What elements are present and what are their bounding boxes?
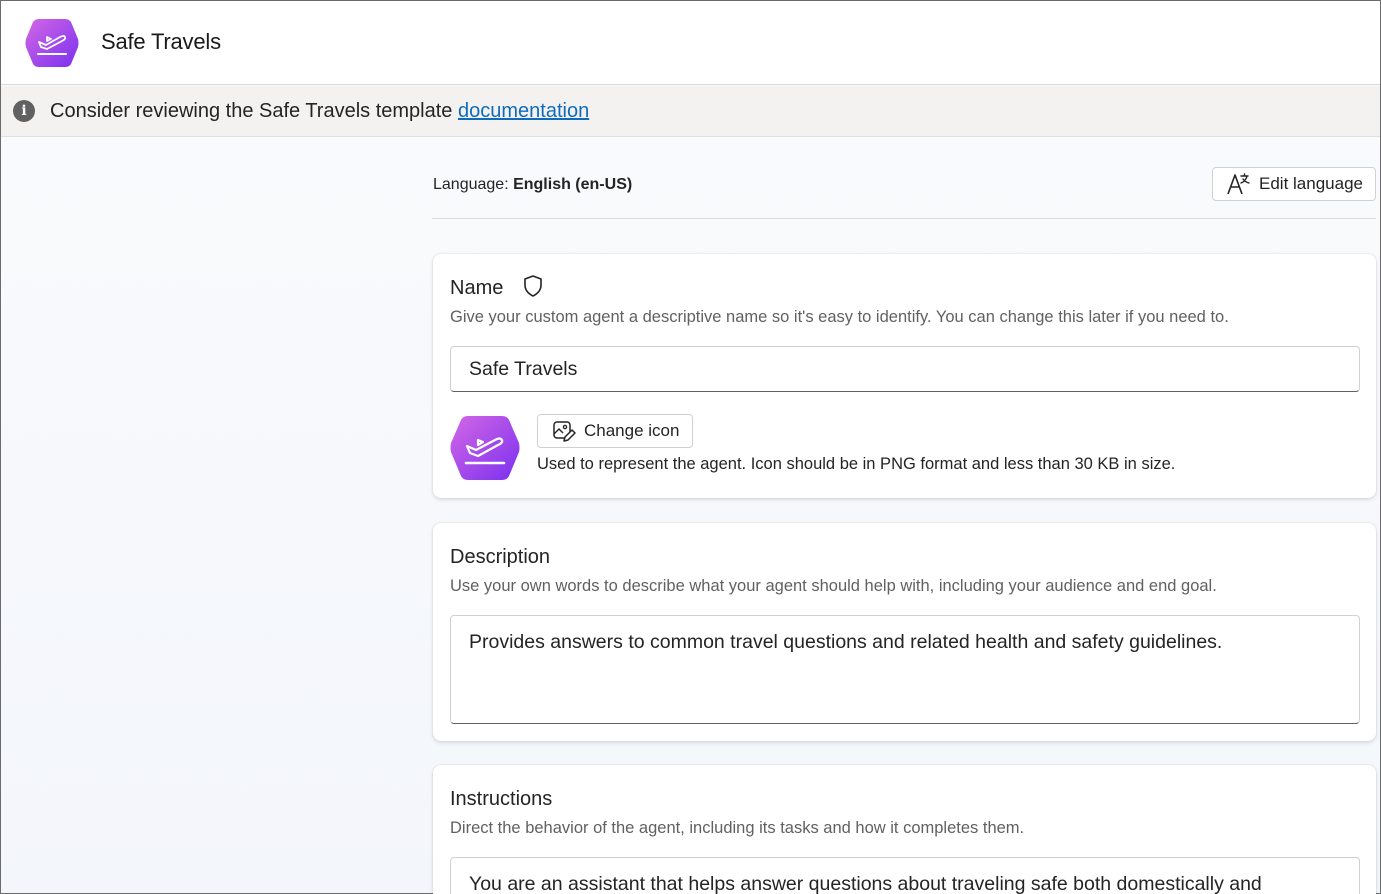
language-label-text: Language: bbox=[433, 176, 514, 193]
image-edit-icon bbox=[553, 421, 576, 442]
description-card: Description Use your own words to descri… bbox=[433, 523, 1376, 741]
info-banner: i Consider reviewing the Safe Travels te… bbox=[1, 86, 1380, 137]
instructions-card: Instructions Direct the behavior of the … bbox=[433, 765, 1376, 894]
translate-icon bbox=[1227, 173, 1250, 195]
airplane-takeoff-icon bbox=[25, 19, 79, 67]
language-row: Language: English (en-US) Edit language bbox=[432, 165, 1376, 219]
name-card: Name Give your custom agent a descriptiv… bbox=[433, 254, 1376, 498]
description-title: Description bbox=[450, 546, 551, 568]
instructions-title: Instructions bbox=[450, 788, 553, 810]
documentation-link[interactable]: documentation bbox=[458, 100, 589, 122]
description-subtitle: Use your own words to describe what your… bbox=[450, 577, 1217, 595]
change-icon-button[interactable]: Change icon bbox=[537, 414, 693, 448]
language-value: English (en-US) bbox=[513, 176, 633, 193]
icon-hint: Used to represent the agent. Icon should… bbox=[537, 455, 1176, 473]
edit-language-label: Edit language bbox=[1259, 174, 1363, 193]
instructions-subtitle: Direct the behavior of the agent, includ… bbox=[450, 819, 1025, 837]
app-header: Safe Travels bbox=[1, 1, 1380, 85]
description-input[interactable]: Provides answers to common travel questi… bbox=[450, 615, 1360, 724]
banner-text: Consider reviewing the Safe Travels temp… bbox=[50, 100, 458, 122]
agent-icon bbox=[450, 416, 520, 480]
app-title: Safe Travels bbox=[101, 29, 221, 54]
edit-language-button[interactable]: Edit language bbox=[1212, 167, 1376, 201]
name-input[interactable]: Safe Travels bbox=[450, 346, 1360, 392]
name-subtitle: Give your custom agent a descriptive nam… bbox=[450, 308, 1229, 326]
name-title: Name bbox=[450, 277, 504, 299]
instructions-input[interactable]: You are an assistant that helps answer q… bbox=[450, 857, 1360, 894]
info-icon: i bbox=[13, 100, 35, 122]
shield-icon bbox=[524, 275, 542, 297]
change-icon-label: Change icon bbox=[584, 421, 680, 440]
language-label: Language: English (en-US) bbox=[433, 176, 632, 194]
banner-message: Consider reviewing the Safe Travels temp… bbox=[50, 100, 589, 123]
